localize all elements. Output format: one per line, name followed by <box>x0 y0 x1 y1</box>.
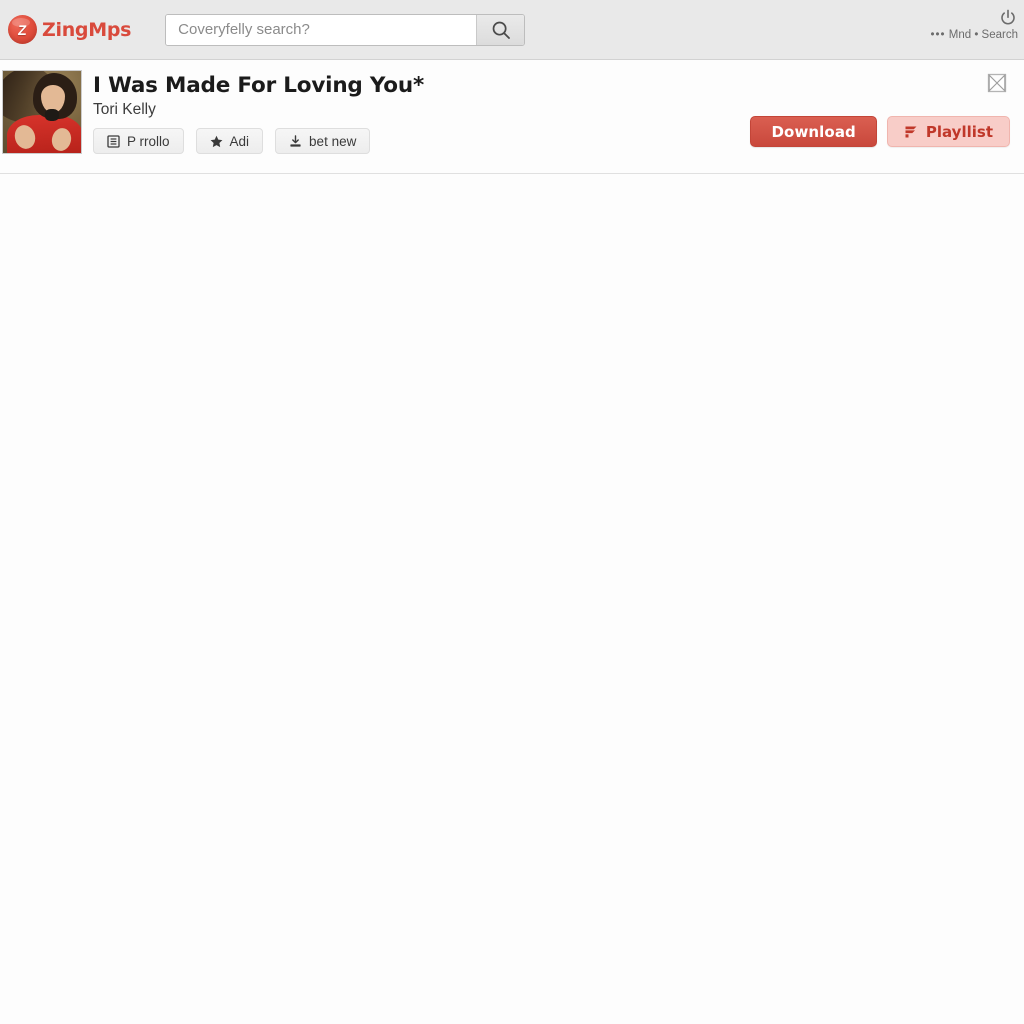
brand-mark-letter: Z <box>17 21 28 38</box>
cover-neckline <box>45 109 59 121</box>
search-submit-button[interactable] <box>476 14 525 45</box>
search-bar[interactable] <box>165 13 526 46</box>
chip-label-add: Adi <box>229 133 250 149</box>
brand-name-label: ZingMps <box>42 18 132 41</box>
song-action-buttons: Download Playllist <box>750 116 1010 147</box>
chip-label-profile: P rrollo <box>127 133 170 149</box>
album-cover-thumbnail[interactable] <box>2 70 82 154</box>
chip-button-add[interactable]: Adi <box>195 128 264 155</box>
brand-logo[interactable]: Z ZingMps <box>8 10 131 50</box>
download-button[interactable]: Download <box>750 116 877 147</box>
header-utility-group: ••• Mnd • Search <box>930 8 1018 41</box>
power-icon[interactable] <box>998 8 1018 28</box>
song-title: I Was Made For Loving You* <box>93 73 425 98</box>
playlist-button-label: Playllist <box>925 122 993 141</box>
playlist-button[interactable]: Playllist <box>886 116 1010 147</box>
list-square-icon <box>107 135 120 148</box>
header-meta-links[interactable]: ••• Mnd • Search <box>930 29 1018 41</box>
search-input[interactable] <box>166 14 477 45</box>
overflow-dots-icon: ••• <box>930 29 946 41</box>
download-tray-icon <box>289 135 302 148</box>
header-meta-label: Mnd • Search <box>948 29 1018 41</box>
song-header: I Was Made For Loving You* Tori Kelly P … <box>0 60 1024 174</box>
search-icon <box>490 19 512 41</box>
flag-bars-icon <box>904 125 918 139</box>
expand-collapse-icon[interactable] <box>984 70 1010 96</box>
chip-label-get-new: bet new <box>309 133 357 149</box>
page-content-area <box>0 174 1024 1022</box>
chip-button-profile[interactable]: P rrollo <box>93 128 184 155</box>
brand-badge-icon: Z <box>8 15 37 44</box>
chip-button-get-new[interactable]: bet new <box>275 128 371 155</box>
star-icon <box>210 135 223 148</box>
top-header-bar: Z ZingMps ••• Mnd • Search <box>0 0 1024 60</box>
